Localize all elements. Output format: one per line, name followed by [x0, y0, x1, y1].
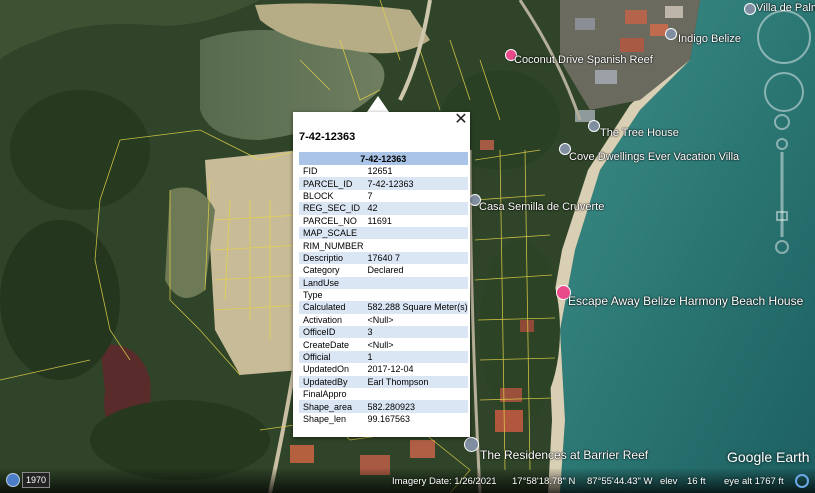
streaming-status-icon [795, 474, 809, 488]
attribute-value: 7-42-12363 [363, 177, 468, 190]
attribute-value [364, 289, 468, 301]
attribute-row: Shape_area 582.280923 [299, 400, 468, 413]
attribute-key: Shape_area [299, 400, 364, 413]
attribute-key: Shape_len [303, 414, 347, 424]
longitude-readout: 87°55'44.43" W [587, 476, 653, 487]
attribute-key: LandUse [299, 276, 364, 289]
attribute-key: UpdatedBy [299, 375, 364, 389]
attribute-value: 582.280923 [363, 400, 468, 413]
attribute-key: Official [299, 350, 364, 364]
attribute-value: 42 [363, 202, 468, 215]
latitude-readout: 17°58'18.78" N [512, 476, 576, 487]
attribute-value: <Null> [367, 339, 394, 350]
attribute-key: MAP_SCALE [299, 226, 364, 240]
attribute-value: Declared [367, 265, 404, 276]
place-label-casa-semilla[interactable]: Casa Semilla de Cruverte [479, 201, 604, 213]
attribute-row: CreateDate <Null> [299, 338, 468, 350]
attribute-value: 99.167563 [367, 414, 411, 424]
elevation-label: elev [660, 476, 678, 487]
imagery-date: Imagery Date: 1/26/2021 [392, 476, 497, 487]
attribute-row: UpdatedBy Earl Thompson [299, 375, 468, 389]
attribute-row: Calculated 582.288 Square Meter(s) [299, 301, 468, 314]
attribute-key: Type [303, 290, 323, 301]
historic-year-badge[interactable]: 1970 [22, 472, 50, 488]
attribute-value: 3 [363, 326, 468, 339]
attribute-value: 12651 [367, 166, 393, 177]
attribute-value [363, 276, 468, 289]
attribute-value: 1 [363, 350, 468, 364]
place-pin-icon[interactable] [464, 437, 479, 452]
attribute-row: Descriptio 17640 7 [299, 251, 468, 265]
attribute-key: UpdatedOn [303, 364, 350, 375]
place-pin-icon[interactable] [588, 120, 600, 132]
attribute-table-header: 7-42-12363 [299, 152, 468, 165]
attribute-value: Earl Thompson [363, 375, 468, 389]
attribute-value [364, 388, 468, 400]
historic-imagery-icon[interactable] [6, 473, 20, 487]
place-label-tree-house[interactable]: The Tree House [600, 127, 679, 139]
place-label-residences[interactable]: The Residences at Barrier Reef [480, 448, 648, 462]
attribute-key: Calculated [299, 301, 364, 314]
attribute-key: FinalAppro [303, 389, 347, 400]
attribute-key: OfficeID [299, 326, 364, 339]
attribute-row: UpdatedOn 2017-12-04 [299, 363, 468, 375]
attribute-row: Shape_len 99.167563 [299, 413, 468, 425]
attribute-key: REG_SEC_ID [299, 202, 364, 215]
attribute-value: 11691 [367, 215, 392, 226]
zoom-slider-icon[interactable] [772, 112, 792, 262]
attribute-key: Activation [303, 314, 343, 325]
attribute-value [363, 226, 468, 240]
attribute-row: RIM_NUMBER [299, 239, 468, 251]
look-joystick-icon[interactable] [764, 72, 804, 112]
attribute-row: PARCEL_NO 11691 [299, 215, 468, 227]
attribute-value: 582.288 Square Meter(s) [363, 301, 468, 314]
attribute-row: LandUse [299, 276, 468, 289]
attribute-key: Category [303, 265, 340, 276]
place-pin-icon[interactable] [744, 3, 756, 15]
attribute-value [364, 239, 468, 251]
attribute-value: 17640 7 [363, 251, 468, 265]
attribute-row: Type [299, 289, 468, 301]
attribute-row: OfficeID 3 [299, 326, 468, 339]
place-pin-icon[interactable] [665, 28, 677, 40]
attribute-key: Descriptio [299, 251, 364, 265]
attribute-row: PARCEL_ID 7-42-12363 [299, 177, 468, 190]
popup-pointer [367, 96, 389, 112]
attribute-table-body: FID 12651 PARCEL_ID 7-42-12363 BLOCK 7 REG_SEC… [299, 165, 468, 425]
place-label-indigo-belize[interactable]: Indigo Belize [678, 33, 741, 45]
attribute-row: FID 12651 [299, 165, 468, 177]
attribute-key: BLOCK [303, 190, 334, 201]
attribute-key: PARCEL_NO [303, 215, 357, 226]
attribute-row: REG_SEC_ID 42 [299, 202, 468, 215]
popup-title: 7-42-12363 [299, 131, 356, 143]
attribute-value: 2017-12-04 [367, 364, 414, 375]
close-icon[interactable]: ✕ [454, 112, 468, 128]
eye-altitude: eye alt 1767 ft [724, 476, 784, 487]
place-label-escape-away[interactable]: Escape Away Belize Harmony Beach House [568, 294, 803, 308]
attribute-value: 7 [367, 190, 373, 201]
google-earth-logo: Google Earth [727, 449, 810, 465]
place-label-coconut-drive[interactable]: Coconut Drive Spanish Reef [514, 54, 653, 66]
attribute-row: FinalAppro [299, 388, 468, 400]
attribute-key: CreateDate [303, 339, 350, 350]
attribute-row: Official 1 [299, 350, 468, 364]
attribute-row: MAP_SCALE [299, 226, 468, 240]
compass-icon[interactable] [757, 10, 811, 64]
elevation-value: 16 ft [687, 476, 706, 487]
attribute-row: BLOCK 7 [299, 190, 468, 202]
attribute-value: <Null> [367, 314, 394, 325]
place-label-cove-dwellings[interactable]: Cove Dwellings Ever Vacation Villa [569, 151, 739, 163]
attribute-key: RIM_NUMBER [303, 240, 364, 251]
attribute-table: 7-42-12363 FID 12651 PARCEL_ID 7-42-12363 BL… [299, 152, 468, 425]
attribute-key: PARCEL_ID [299, 177, 364, 190]
attribute-row: Category Declared [299, 264, 468, 276]
attribute-row: Activation <Null> [299, 314, 468, 326]
attribute-key: FID [303, 166, 318, 177]
